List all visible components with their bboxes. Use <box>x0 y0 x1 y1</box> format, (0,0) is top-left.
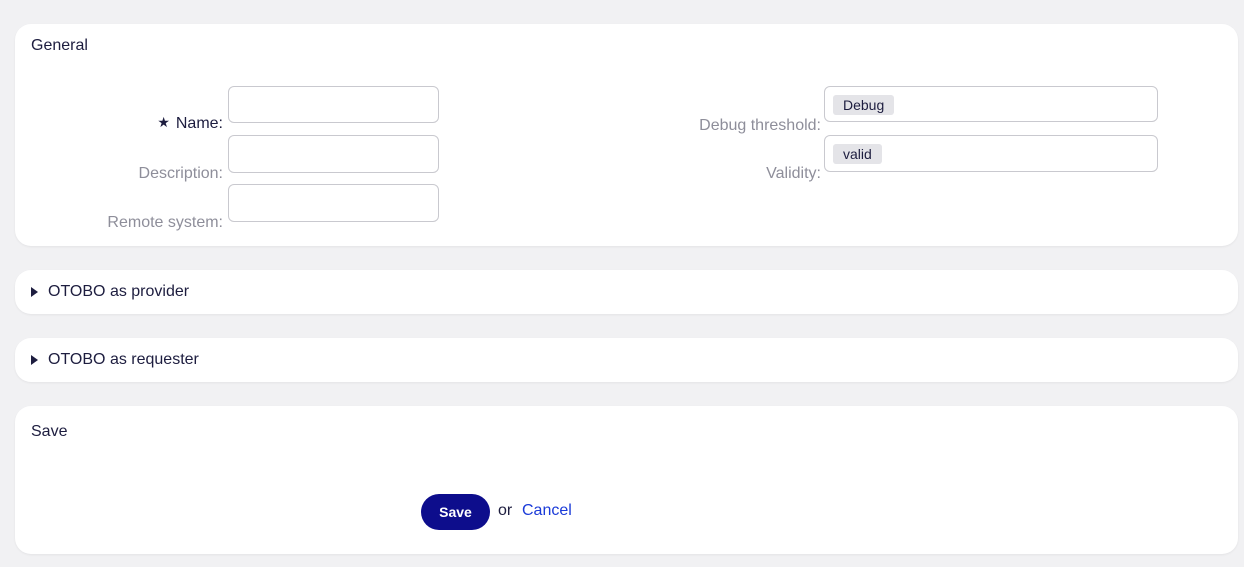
requester-toggle[interactable]: OTOBO as requester <box>31 351 199 369</box>
validity-select[interactable]: valid <box>824 135 1158 172</box>
debug-threshold-label: Debug threshold: <box>699 117 821 134</box>
name-label: ★ Name: <box>157 114 223 133</box>
or-text: or <box>498 502 513 519</box>
cancel-link[interactable]: Cancel <box>522 502 572 520</box>
debug-threshold-select[interactable]: Debug <box>824 86 1158 122</box>
provider-toggle[interactable]: OTOBO as provider <box>31 283 189 301</box>
description-input[interactable] <box>228 135 439 173</box>
general-section: General ★ Name: Description: Remote syste… <box>15 24 1238 246</box>
remote-system-label: Remote system: <box>107 214 223 231</box>
description-label: Description: <box>138 165 223 182</box>
name-label-text: Name: <box>175 115 223 132</box>
remote-system-input[interactable] <box>228 184 439 222</box>
save-section-title: Save <box>31 423 68 440</box>
caret-right-icon <box>31 287 38 297</box>
save-section: Save Save or Cancel <box>15 406 1238 554</box>
validity-value: valid <box>833 144 882 164</box>
general-title: General <box>31 37 88 54</box>
requester-section: OTOBO as requester <box>15 338 1238 382</box>
provider-section: OTOBO as provider <box>15 270 1238 314</box>
validity-label: Validity: <box>766 165 821 182</box>
caret-right-icon <box>31 355 38 365</box>
requester-label: OTOBO as requester <box>48 351 199 368</box>
debug-threshold-value: Debug <box>833 95 895 115</box>
required-star-icon: ★ <box>157 114 170 130</box>
name-input[interactable] <box>228 86 439 123</box>
provider-label: OTOBO as provider <box>48 283 190 300</box>
save-button[interactable]: Save <box>421 494 490 530</box>
